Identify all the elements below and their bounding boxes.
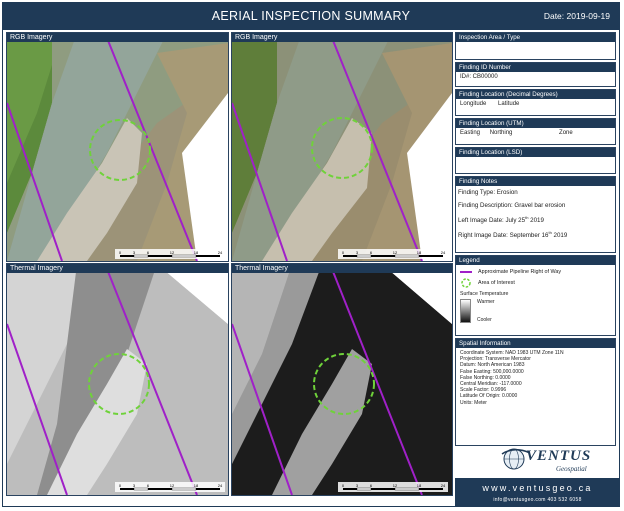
legend-area-of-interest: Area of Interest (460, 278, 611, 288)
location-decimal-section: Finding Location (Decimal Degrees) Longi… (455, 89, 616, 116)
scale-label: 18 (194, 483, 199, 488)
section-title: Legend (456, 256, 615, 265)
section-title: Finding Location (LSD) (456, 148, 615, 157)
pipeline-line-icon (460, 271, 472, 273)
section-title: Finding ID Number (456, 63, 615, 72)
cooler-label: Cooler (477, 317, 492, 323)
spatial-line: Units: Meter (460, 399, 487, 406)
dashed-circle-icon (461, 278, 471, 288)
brand-name: VENTUS (526, 448, 592, 464)
panel-label: RGB Imagery (232, 33, 452, 42)
page-title: AERIAL INSPECTION SUMMARY (211, 9, 411, 23)
scale-label: 12 (393, 483, 398, 488)
northing-label: Northing (489, 130, 513, 136)
scale-bar: 0 3 6 12 18 24 (338, 249, 448, 259)
section-title: Finding Location (UTM) (456, 119, 615, 128)
panel-label: Thermal Imagery (7, 264, 228, 273)
spatial-info-list: Coordinate System: NAD 1983 UTM Zone 11N… (456, 348, 615, 408)
panel-label: RGB Imagery (7, 33, 228, 42)
scale-label: 12 (170, 483, 175, 488)
finding-notes-section: Finding Notes Finding Type: Erosion Find… (455, 176, 616, 253)
panel-label: Thermal Imagery (232, 264, 452, 273)
temperature-ramp: Warmer Cooler (460, 299, 611, 323)
ventus-logo: VENTUS Geospatial (500, 444, 620, 476)
scale-label: 24 (218, 483, 223, 488)
rgb-imagery-right-panel: RGB Imagery 0 3 6 12 18 24 (231, 32, 453, 262)
left-image-date: Left Image Date: July 25th 2019 (458, 215, 544, 225)
scale-label: 24 (218, 250, 223, 255)
website-link[interactable]: www.ventusgeo.ca (455, 483, 620, 493)
contact-info: info@ventusgeo.com 403 532 6058 (493, 497, 582, 503)
surface-temp-label: Surface Temperature (460, 291, 509, 297)
scale-label: 18 (417, 250, 422, 255)
easting-label: Easting (460, 130, 481, 136)
latitude-label: Latitude (498, 101, 520, 107)
gradient-ramp-icon (460, 299, 471, 323)
scale-label: 12 (170, 250, 175, 255)
thermal-left-image (7, 264, 228, 495)
rgb-imagery-left-panel: RGB Imagery 0 3 6 12 18 24 (6, 32, 229, 262)
finding-description: Finding Description: Gravel bar erosion (458, 202, 566, 209)
longitude-label: Longitude (460, 101, 487, 107)
scale-label: 24 (441, 250, 446, 255)
thermal-imagery-right-panel: Thermal Imagery 0 3 6 12 18 24 (231, 263, 453, 496)
rgb-left-image (7, 33, 228, 261)
footer-bar: www.ventusgeo.ca info@ventusgeo.com 403 … (455, 478, 620, 507)
scale-label: 18 (194, 250, 199, 255)
thermal-imagery-left-panel: Thermal Imagery 0 3 6 12 18 24 (6, 263, 229, 496)
scale-bar: 0 3 6 12 18 24 (115, 482, 225, 492)
finding-id-value: ID#: CB00000 (460, 74, 498, 80)
section-title: Finding Location (Decimal Degrees) (456, 90, 615, 99)
scale-label: 24 (441, 483, 446, 488)
scale-bar: 0 3 6 12 18 24 (115, 249, 225, 259)
location-lsd-section: Finding Location (LSD) (455, 147, 616, 174)
section-title: Finding Notes (456, 177, 615, 186)
section-title: Inspection Area / Type (456, 33, 615, 42)
scale-bar: 0 3 6 12 18 24 (338, 482, 448, 492)
location-utm-section: Finding Location (UTM) Easting Northing … (455, 118, 616, 145)
brand-subtitle: Geospatial (556, 465, 587, 473)
inspection-area-section: Inspection Area / Type (455, 32, 616, 60)
thermal-right-image (232, 264, 452, 495)
finding-id-section: Finding ID Number ID#: CB00000 (455, 62, 616, 87)
legend-pipeline: Approximate Pipeline Right of Way (460, 269, 611, 275)
scale-label: 18 (417, 483, 422, 488)
zone-label: Zone (559, 130, 573, 136)
section-title: Spatial Information (456, 339, 615, 348)
report-date: Date: 2019-09-19 (543, 11, 610, 21)
legend-section: Legend Approximate Pipeline Right of Way… (455, 255, 616, 336)
rgb-right-image (232, 33, 452, 261)
scale-label: 12 (393, 250, 398, 255)
right-image-date: Right Image Date: September 16th 2019 (458, 230, 568, 240)
finding-type: Finding Type: Erosion (458, 189, 518, 196)
spatial-info-section: Spatial Information Coordinate System: N… (455, 338, 616, 446)
title-bar: AERIAL INSPECTION SUMMARY Date: 2019-09-… (2, 2, 620, 30)
warmer-label: Warmer (477, 299, 495, 305)
